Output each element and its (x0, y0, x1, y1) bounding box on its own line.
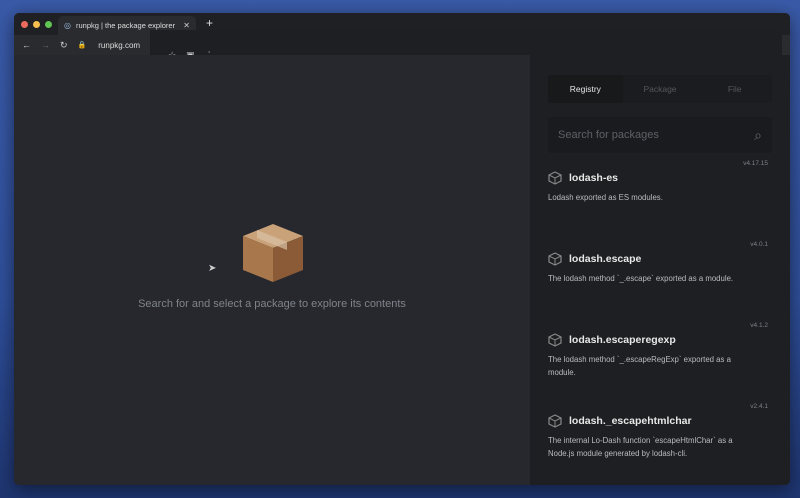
sidebar-tabs: Registry Package File (548, 75, 772, 103)
package-icon (548, 333, 562, 347)
url-field[interactable]: runpkg.com (98, 41, 140, 50)
forward-icon[interactable]: → (41, 40, 50, 50)
reload-icon[interactable]: ↻ (60, 40, 68, 51)
package-icon (548, 414, 562, 428)
window-controls (21, 20, 52, 28)
search-placeholder: Search for packages (558, 129, 659, 141)
package-list-item[interactable]: v2.4.1 lodash._escapehtmlchar The intern… (548, 396, 772, 485)
new-tab-button[interactable]: + (206, 16, 213, 30)
package-list-item[interactable]: v4.17.15 lodash-es Lodash exported as ES… (548, 153, 772, 234)
empty-state-hint: Search for and select a package to explo… (138, 298, 406, 310)
package-list-item[interactable]: v4.0.1 lodash.escape The lodash method `… (548, 234, 772, 315)
mouse-cursor: ➤ (208, 263, 217, 274)
tab-file[interactable]: File (697, 75, 772, 103)
tab-package[interactable]: Package (623, 75, 698, 103)
package-name: lodash.escaperegexp (569, 334, 676, 346)
close-window-button[interactable] (21, 20, 28, 28)
back-icon[interactable]: ← (22, 40, 31, 50)
package-box-icon (243, 224, 303, 282)
package-version: v4.0.1 (750, 241, 768, 248)
sidebar: Registry Package File Search for package… (530, 55, 790, 485)
package-name: lodash-es (569, 172, 619, 184)
package-description: The internal Lo-Dash function `escapeHtm… (548, 436, 733, 458)
package-description: The lodash method `_.escapeRegExp` expor… (548, 355, 731, 377)
package-description: Lodash exported as ES modules. (548, 193, 663, 202)
lock-icon: 🔒 (77, 42, 87, 49)
package-version: v2.4.1 (750, 403, 768, 410)
main-panel: ➤ Search for and select a package to exp… (14, 55, 530, 485)
package-name: lodash._escapehtmlchar (569, 415, 692, 427)
package-list-item[interactable]: v4.1.2 lodash.escaperegexp The lodash me… (548, 315, 772, 396)
package-icon (548, 252, 562, 266)
browser-window: ◎ runpkg | the package explorer ✕ + ← → … (14, 13, 790, 485)
package-version: v4.1.2 (750, 322, 768, 329)
package-name: lodash.escape (569, 253, 642, 265)
minimize-window-button[interactable] (33, 20, 40, 28)
package-version: v4.17.15 (743, 160, 768, 167)
package-description: The lodash method `_.escape` exported as… (548, 274, 734, 283)
favicon-icon: ◎ (64, 21, 71, 30)
maximize-window-button[interactable] (45, 20, 52, 28)
tab-registry[interactable]: Registry (548, 75, 623, 103)
search-icon[interactable]: ⌕ (754, 127, 762, 144)
search-input[interactable]: Search for packages ⌕ (548, 117, 772, 153)
package-icon (548, 171, 562, 185)
address-bar: ← → ↻ 🔒 runpkg.com ☆ ▣ ⋮ (14, 29, 790, 61)
